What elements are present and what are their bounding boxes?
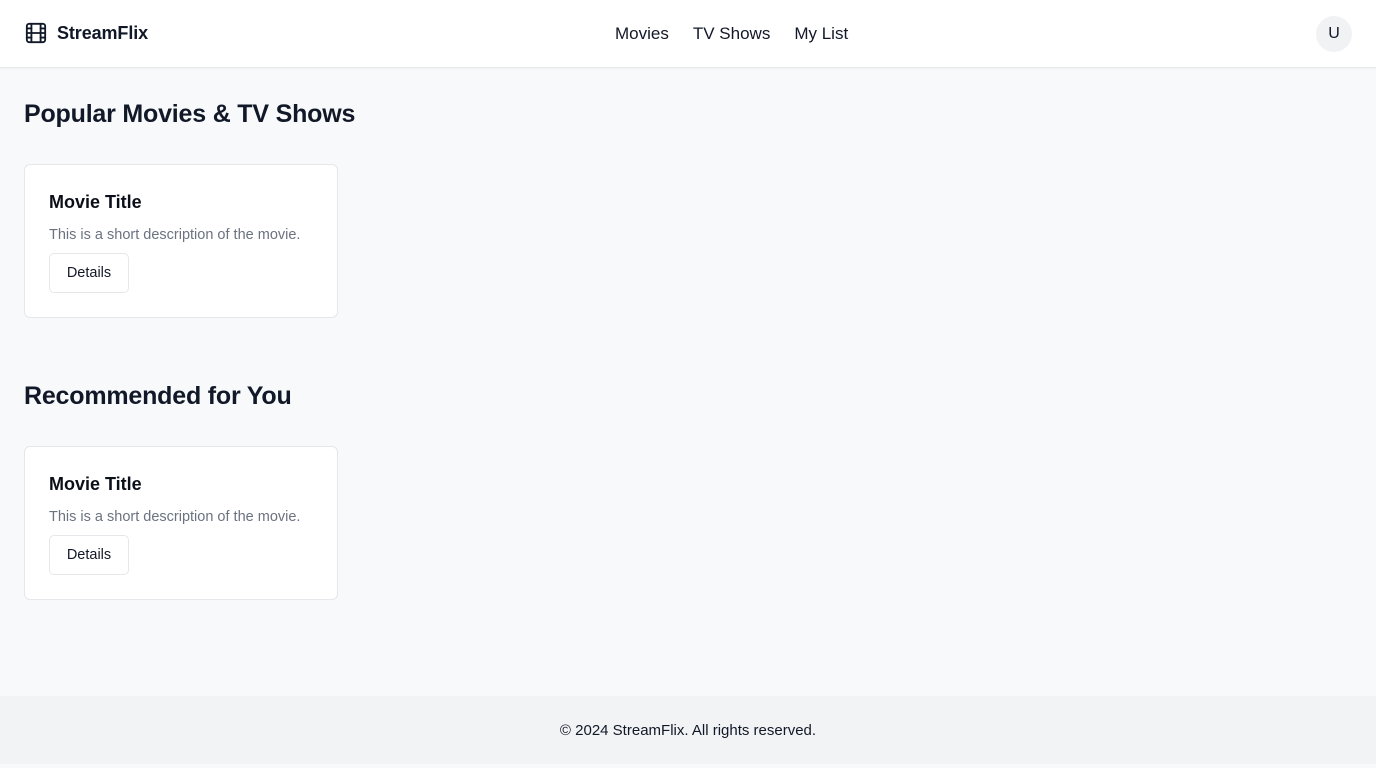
brand-link[interactable]: StreamFlix — [25, 22, 148, 44]
brand-name: StreamFlix — [57, 22, 149, 43]
page-footer: © 2024 StreamFlix. All rights reserved. — [0, 696, 1376, 764]
movie-card-description: This is a short description of the movie… — [49, 509, 301, 525]
details-button[interactable]: Details — [49, 253, 129, 293]
details-button[interactable]: Details — [49, 535, 129, 575]
movie-card-title: Movie Title — [49, 192, 142, 212]
user-avatar[interactable]: U — [1316, 16, 1352, 52]
nav-my-list-link[interactable]: My List — [794, 23, 848, 45]
footer-copyright: © 2024 StreamFlix. All rights reserved. — [559, 721, 817, 739]
nav-tv-shows-link[interactable]: TV Shows — [693, 23, 770, 45]
nav-movies-link[interactable]: Movies — [615, 23, 669, 45]
section-title-recommended: Recommended for You — [24, 382, 292, 410]
main-nav: Movies TV Shows My List — [615, 23, 848, 45]
film-icon — [25, 22, 47, 44]
movie-card: Movie Title This is a short description … — [24, 446, 338, 600]
section-title-popular: Popular Movies & TV Shows — [24, 100, 356, 128]
movie-card-title: Movie Title — [49, 474, 142, 494]
movie-card: Movie Title This is a short description … — [24, 164, 338, 318]
movie-card-description: This is a short description of the movie… — [49, 227, 301, 243]
top-navbar: StreamFlix Movies TV Shows My List U — [0, 0, 1376, 68]
